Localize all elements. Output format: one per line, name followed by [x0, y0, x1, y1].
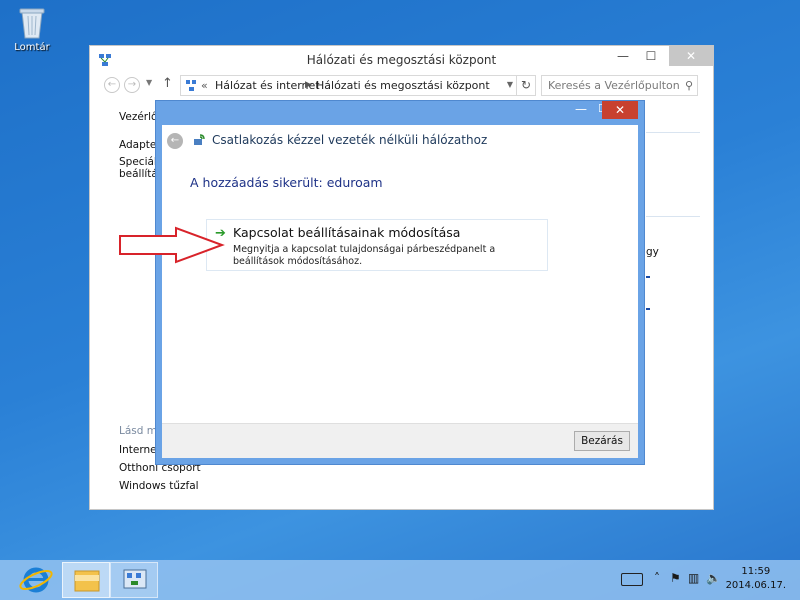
dialog-titlebar[interactable]: — ☐ ✕	[156, 101, 644, 125]
taskbar: ˄ ⚑ ▥ 🔈 11:59 2014.06.17.	[0, 560, 800, 600]
address-bar[interactable]: « Hálózat és internet ▶ Hálózati és mego…	[180, 75, 536, 96]
close-dialog-button[interactable]: Bezárás	[574, 431, 630, 451]
breadcrumb-network-internet[interactable]: Hálózat és internet	[215, 79, 320, 92]
back-button[interactable]: ←	[104, 77, 120, 93]
recent-locations-dropdown[interactable]: ▼	[146, 78, 152, 87]
forward-button[interactable]: →	[124, 77, 140, 93]
control-panel-icon	[186, 80, 196, 91]
search-input[interactable]: Keresés a Vezérlőpulton ⚲	[541, 75, 698, 96]
red-annotation-arrow-icon	[119, 226, 225, 264]
option-title[interactable]: Kapcsolat beállításainak módosítása	[233, 225, 460, 240]
dialog-title: Csatlakozás kézzel vezeték nélküli hálóz…	[212, 133, 488, 147]
success-message: A hozzáadás sikerült: eduroam	[190, 175, 383, 190]
up-button[interactable]: ↑	[162, 76, 173, 91]
clock[interactable]: 11:59 2014.06.17.	[726, 565, 786, 593]
refresh-button[interactable]: ↻	[516, 76, 535, 95]
wireless-network-icon	[194, 134, 205, 145]
breadcrumb-root-chevron[interactable]: «	[201, 79, 208, 92]
control-panel-taskbar-button[interactable]	[110, 562, 158, 598]
link-fragment[interactable]	[646, 308, 650, 310]
divider	[646, 216, 700, 217]
minimize-button[interactable]: —	[609, 46, 637, 66]
clock-time: 11:59	[741, 566, 771, 577]
touch-keyboard-icon[interactable]	[621, 573, 643, 586]
connect-wireless-dialog: — ☐ ✕ ← Csatlakozás kézzel vezeték nélkü…	[155, 100, 645, 465]
breadcrumb-separator[interactable]: ▶	[305, 80, 312, 90]
volume-icon[interactable]: 🔈	[706, 571, 721, 585]
dialog-minimize-button[interactable]: —	[570, 101, 592, 119]
link-windows-firewall[interactable]: Windows tűzfal	[119, 480, 199, 492]
recycle-bin-label: Lomtár	[14, 42, 50, 53]
window-titlebar[interactable]: Hálózati és megosztási központ — ☐ ✕	[90, 46, 713, 74]
recycle-bin[interactable]: Lomtár	[10, 6, 54, 53]
maximize-button[interactable]: ☐	[637, 46, 665, 66]
control-panel-icon	[123, 569, 147, 589]
address-dropdown[interactable]: ▼	[507, 80, 513, 89]
action-center-flag-icon[interactable]: ⚑	[670, 571, 681, 585]
content-fragment: gy	[646, 246, 659, 258]
navigation-bar: ← → ▼ ↑ « Hálózat és internet ▶ Hálózati…	[90, 74, 713, 98]
dialog-body: ← Csatlakozás kézzel vezeték nélküli hál…	[162, 125, 638, 458]
dialog-close-button[interactable]: ✕	[602, 101, 638, 119]
recycle-bin-icon	[19, 8, 45, 39]
clock-date: 2014.06.17.	[725, 580, 786, 591]
dialog-footer: Bezárás	[162, 423, 638, 458]
internet-explorer-icon[interactable]	[18, 564, 54, 596]
close-button[interactable]: ✕	[669, 46, 713, 66]
option-description: Megnyitja a kapcsolat tulajdonságai párb…	[233, 244, 496, 267]
change-connection-settings-option[interactable]: ➔ Kapcsolat beállításainak módosítása Me…	[206, 219, 548, 271]
breadcrumb-sharing-center[interactable]: Hálózati és megosztási központ	[316, 79, 490, 92]
dialog-header: ← Csatlakozás kézzel vezeték nélküli hál…	[162, 125, 638, 157]
search-placeholder: Keresés a Vezérlőpulton	[548, 79, 680, 92]
network-status-icon[interactable]: ▥	[688, 571, 699, 585]
link-fragment[interactable]	[646, 276, 650, 278]
search-icon[interactable]: ⚲	[685, 79, 693, 92]
folder-icon	[74, 570, 100, 592]
dialog-back-button[interactable]: ←	[167, 133, 183, 149]
divider	[646, 132, 700, 133]
file-explorer-taskbar-button[interactable]	[62, 562, 110, 598]
show-hidden-icons-icon[interactable]: ˄	[654, 571, 660, 585]
